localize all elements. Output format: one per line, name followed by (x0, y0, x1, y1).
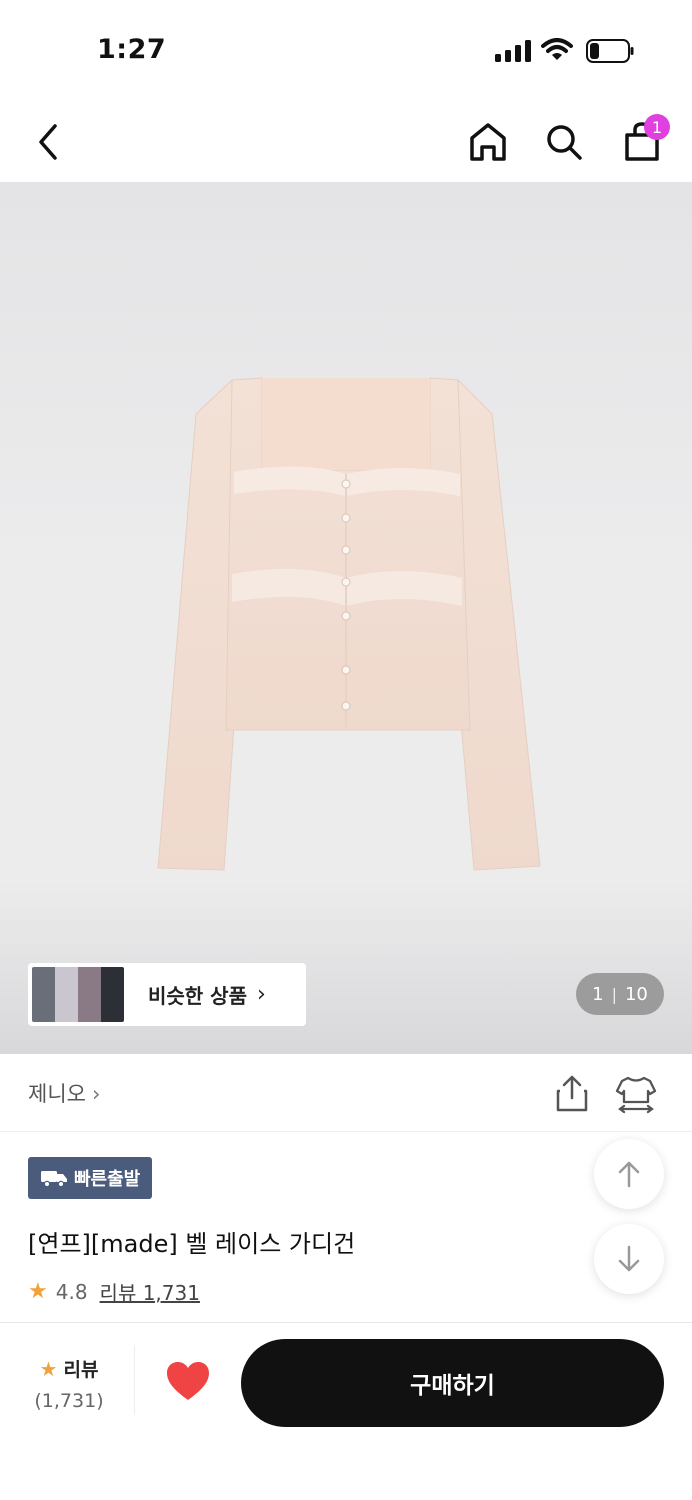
similar-products-thumbnails (32, 967, 124, 1022)
scroll-up-button[interactable] (594, 1139, 664, 1209)
review-link[interactable]: 리뷰 1,731 (100, 1277, 200, 1306)
top-nav: 1 (0, 100, 692, 182)
status-time: 1:27 (97, 34, 167, 65)
brand-link[interactable]: 제니오 › (28, 1078, 100, 1108)
similar-products-button[interactable]: 비슷한 상품 › (28, 963, 306, 1026)
chevron-left-icon (39, 124, 57, 160)
review-summary-header: ★ 리뷰 (28, 1355, 110, 1382)
heart-icon[interactable] (164, 1359, 212, 1403)
scroll-down-button[interactable] (594, 1224, 664, 1294)
cart-count-badge: 1 (644, 114, 670, 140)
buy-button[interactable]: 구매하기 (241, 1339, 664, 1427)
star-icon: ★ (39, 1356, 58, 1381)
wifi-icon (541, 38, 573, 60)
bottom-divider (134, 1345, 135, 1415)
fast-shipping-badge: 빠른출발 (28, 1157, 153, 1199)
status-bar: 1:27 (0, 0, 692, 100)
cardigan-product-photo (157, 377, 541, 871)
home-button[interactable] (464, 118, 512, 166)
arrow-down-icon (618, 1245, 640, 1272)
rating-value: 4.8 (55, 1279, 88, 1304)
product-image-gallery[interactable]: 비슷한 상품 › 1 | 10 (0, 182, 692, 1054)
back-button[interactable] (24, 118, 72, 166)
arrow-up-icon (618, 1161, 640, 1188)
review-summary-count: (1,731) (34, 1390, 104, 1412)
similar-products-label: 비슷한 상품 (148, 984, 247, 1008)
size-guide-icon[interactable] (614, 1074, 658, 1114)
bottom-action-bar: ★ 리뷰 (1,731) 구매하기 (0, 1322, 692, 1500)
brand-name: 제니오 (28, 1082, 86, 1106)
product-info: 빠른출발 [연프][made] 벨 레이스 가디건 ★ 4.8 리뷰 1,731 (0, 1132, 692, 1322)
search-button[interactable] (540, 118, 588, 166)
home-icon (470, 123, 506, 161)
share-icon[interactable] (552, 1074, 592, 1114)
star-icon: ★ (28, 1279, 48, 1304)
truck-icon (41, 1171, 67, 1187)
review-summary-button[interactable]: ★ 리뷰 (1,731) (28, 1355, 110, 1413)
review-summary-label: 리뷰 (63, 1359, 99, 1381)
brand-row: 제니오 › (0, 1054, 692, 1132)
signal-icon (495, 40, 531, 62)
current-page: 1 (592, 983, 604, 1005)
battery-icon (586, 39, 634, 63)
image-page-counter: 1 | 10 (576, 973, 664, 1015)
search-icon (547, 125, 582, 160)
page-separator: | (611, 984, 617, 1004)
chevron-right-icon: › (91, 1082, 101, 1106)
fast-shipping-label: 빠른출발 (74, 1169, 141, 1190)
rating-row: ★ 4.8 리뷰 1,731 (28, 1277, 200, 1306)
cart-button[interactable]: 1 (618, 114, 670, 166)
total-pages: 10 (624, 983, 648, 1005)
product-title: [연프][made] 벨 레이스 가디건 (28, 1230, 356, 1258)
chevron-right-icon: › (256, 982, 266, 1007)
